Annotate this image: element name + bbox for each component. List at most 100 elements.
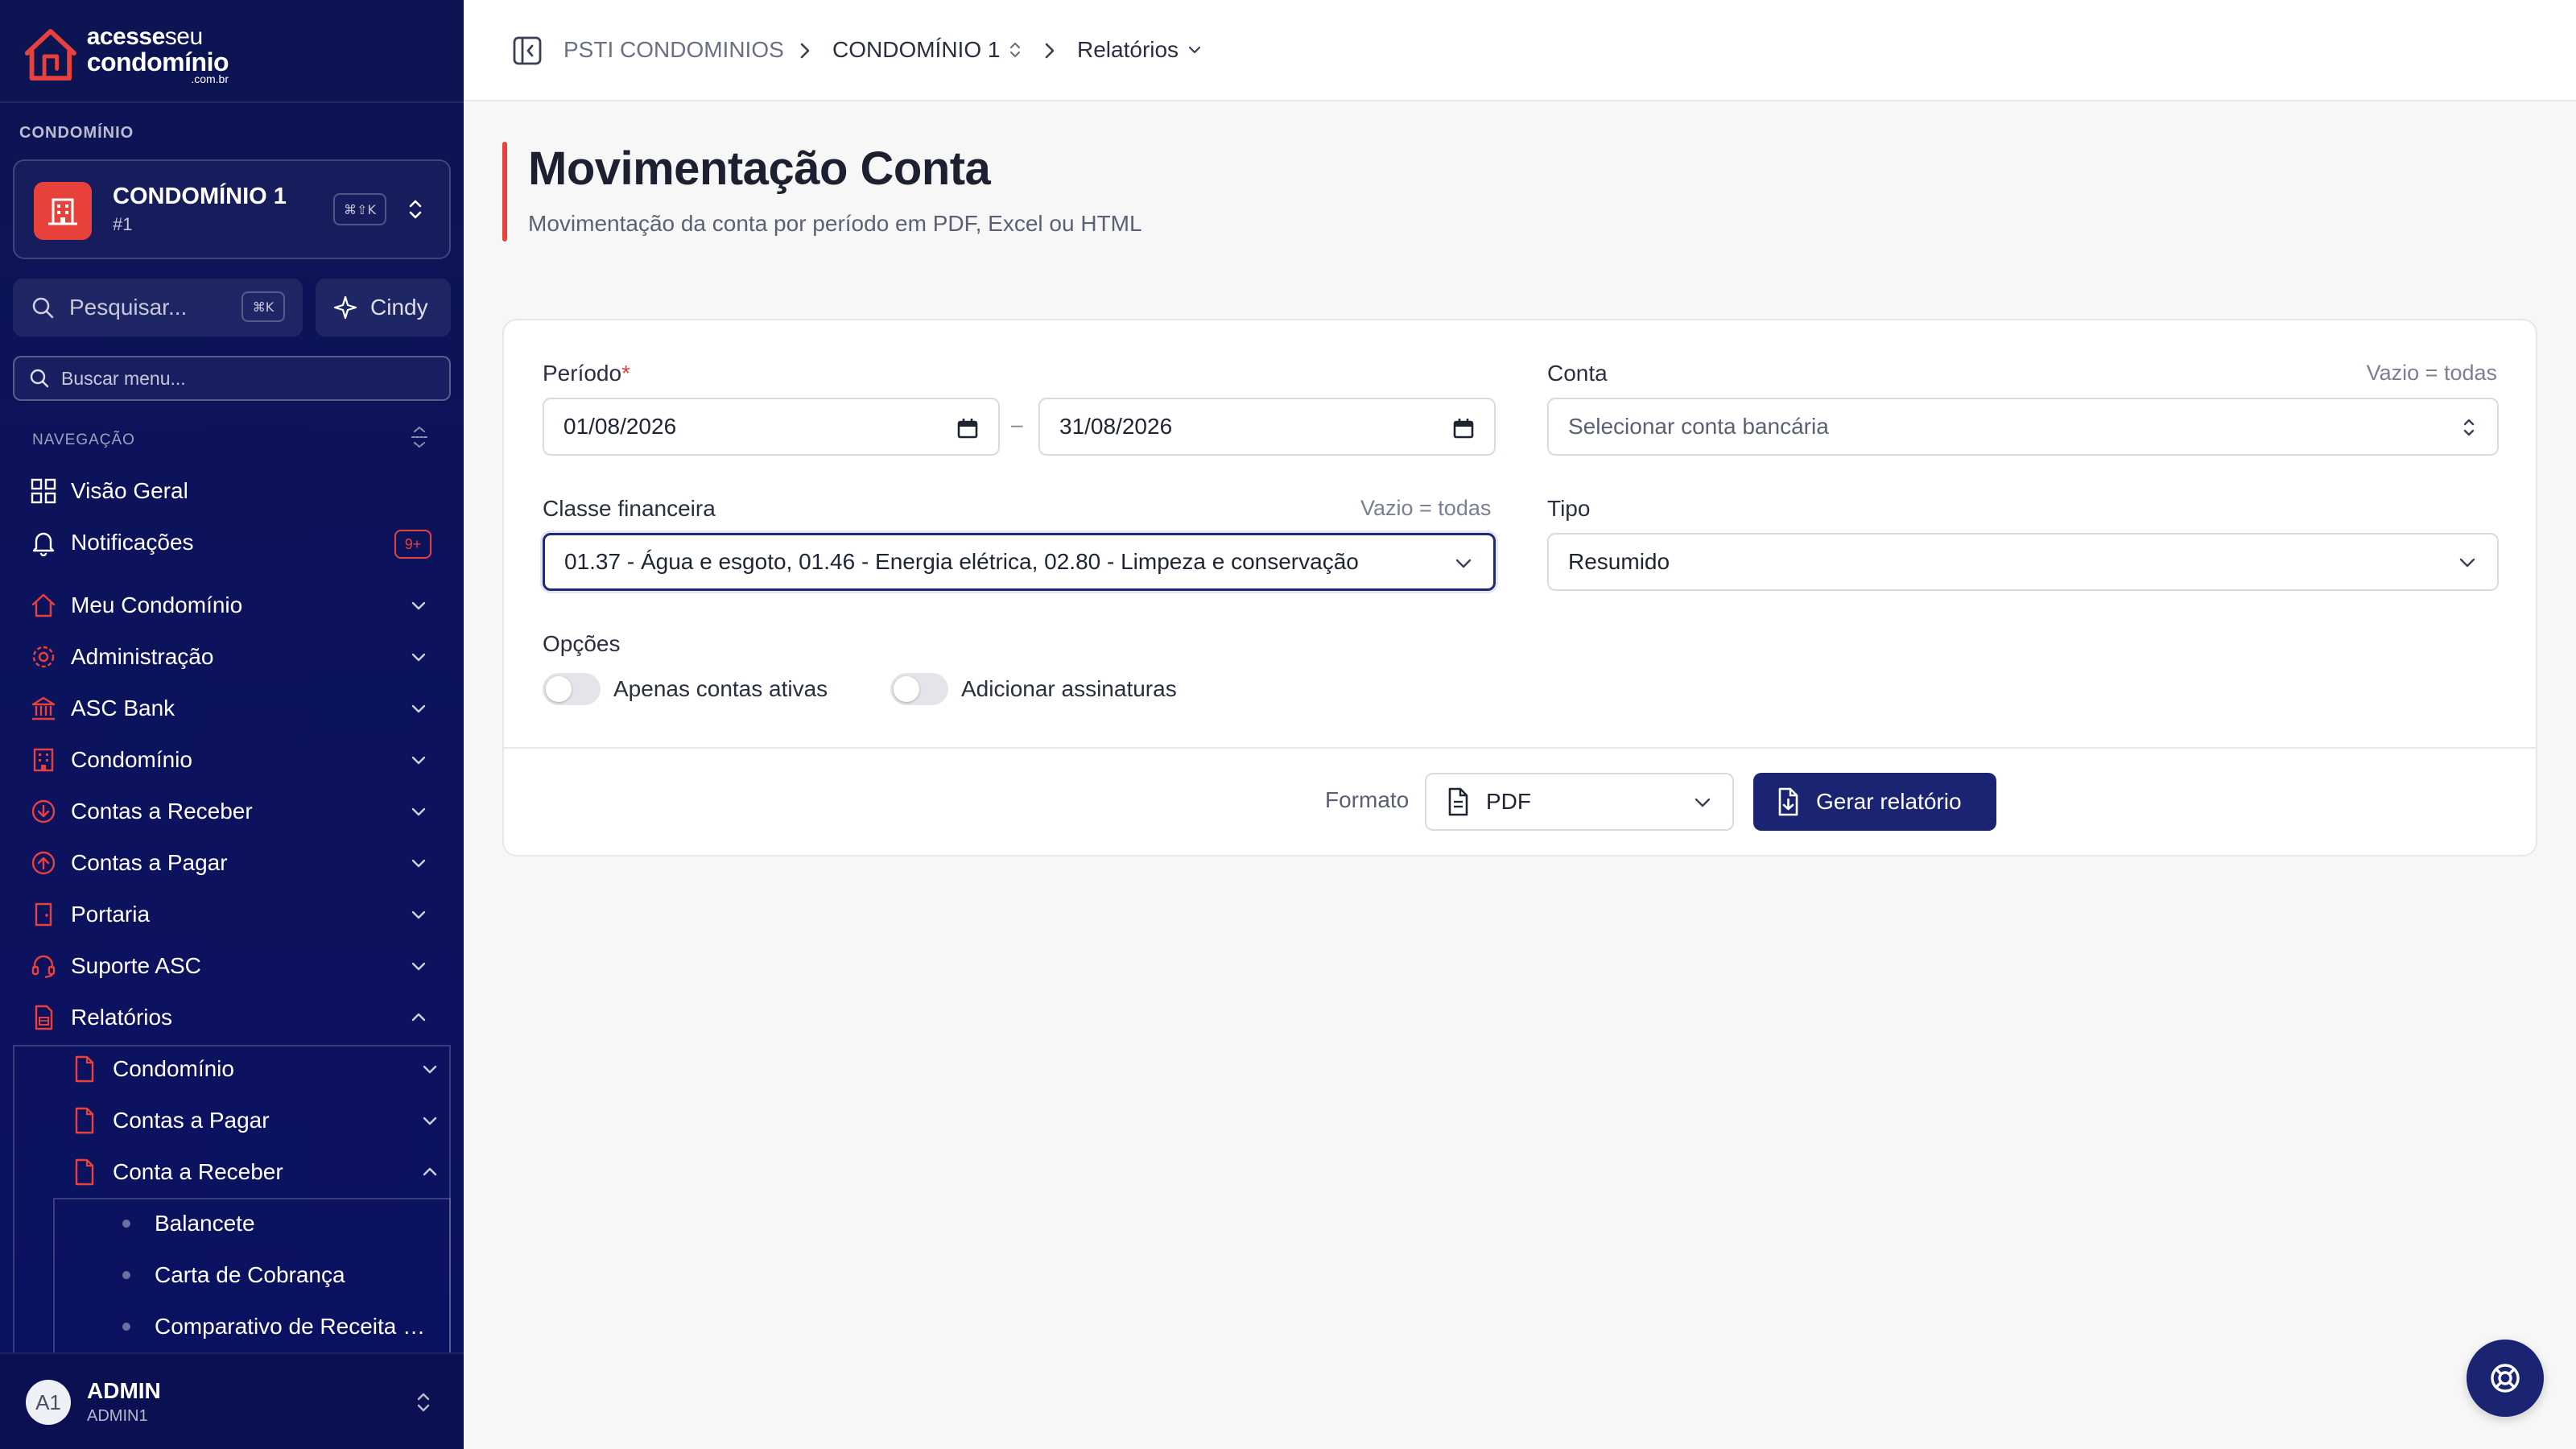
cindy-label: Cindy [370,295,428,320]
avatar: A1 [26,1380,71,1425]
sidebar: acesseseu condomínio .com.br CONDOMÍNIO … [0,0,464,1449]
sidebar-item-notificacoes[interactable]: Notificações 9+ [29,523,440,562]
notification-badge: 9+ [394,530,431,559]
file-icon [75,1158,94,1186]
sidebar-item-label: Portaria [71,902,151,927]
building-icon [34,182,92,240]
sidebar-item-label: ASC Bank [71,696,175,720]
user-login: ADMIN1 [87,1407,148,1425]
report-link-label: Comparativo de Receita x Despesa [155,1314,436,1339]
sidebar-item-portaria[interactable]: Portaria [29,895,440,934]
gerar-relatorio-button[interactable]: Gerar relatório [1753,773,1996,831]
chevron-down-icon [411,601,426,610]
chevron-down-icon [1455,559,1472,568]
breadcrumb-root[interactable]: PSTI CONDOMINIOS [564,34,784,66]
breadcrumb-section-label: Relatórios [1077,37,1179,62]
toggle-apenas-contas-ativas[interactable] [543,673,601,705]
calendar-icon[interactable] [956,417,979,440]
classe-financeira-multiselect[interactable]: 01.37 - Água e esgoto, 01.46 - Energia e… [543,533,1496,591]
submenu-item-label: Contas a Pagar [113,1108,270,1133]
sidebar-toggle-icon[interactable] [512,35,543,66]
cindy-assistant-button[interactable]: Cindy [316,279,451,336]
tipo-select[interactable]: Resumido [1547,533,2499,591]
file-icon [75,1107,94,1134]
search-icon [32,297,54,319]
date-from-input[interactable]: 01/08/2026 [543,398,1000,456]
grid-icon [29,477,58,506]
breadcrumb-condo-label: CONDOMÍNIO 1 [832,37,1001,62]
conta-hint: Vazio = todas [2366,361,2497,385]
submenu-item-contas-a-pagar[interactable]: Contas a Pagar [71,1101,449,1140]
sidebar-item-meu-condominio[interactable]: Meu Condomínio [29,586,440,625]
menu-search-placeholder: Buscar menu... [61,367,186,389]
report-link-comparativo[interactable]: Comparativo de Receita x Despesa [122,1307,444,1346]
gear-icon [29,642,58,671]
report-form-card: Período* 01/08/2026 – 31/08/2026 Conta V… [502,319,2537,857]
date-to-value: 31/08/2026 [1059,414,1173,439]
sidebar-item-administracao[interactable]: Administração [29,638,440,676]
global-search-button[interactable]: Pesquisar... ⌘K [13,279,303,336]
help-button[interactable] [2467,1340,2544,1417]
sidebar-item-contas-a-receber[interactable]: Contas a Receber [29,792,440,831]
report-link-carta-cobranca[interactable]: Carta de Cobrança [122,1256,444,1294]
breadcrumb-condo[interactable]: CONDOMÍNIO 1 [832,34,1022,66]
collapse-all-icon[interactable] [407,425,431,449]
sidebar-item-suporte-asc[interactable]: Suporte ASC [29,947,440,985]
formato-value: PDF [1486,789,1531,814]
conta-select[interactable]: Selecionar conta bancária [1547,398,2499,456]
toggle-knob [894,676,919,702]
sidebar-item-label: Condomínio [71,747,192,772]
title-accent-bar [502,142,507,242]
condo-switcher[interactable]: CONDOMÍNIO 1 #1 ⌘⇧K [13,159,451,259]
chevron-up-icon [423,1167,437,1176]
submenu-item-label: Condomínio [113,1056,234,1081]
toggle-knob [546,676,572,702]
chevron-down-icon [411,756,426,765]
sidebar-item-contas-a-pagar[interactable]: Contas a Pagar [29,844,440,882]
report-icon [29,1003,58,1032]
report-link-label: Balancete [155,1211,255,1236]
gerar-relatorio-label: Gerar relatório [1816,789,1962,814]
menu-search-input[interactable]: Buscar menu... [13,356,451,401]
sidebar-item-label: Contas a Receber [71,799,253,824]
brand-line1b: seu [164,23,203,50]
chevron-down-icon [411,704,426,713]
calendar-icon[interactable] [1452,417,1475,440]
submenu-item-conta-a-receber[interactable]: Conta a Receber [71,1153,449,1191]
chevron-updown-icon [2463,419,2475,436]
tipo-label: Tipo [1547,496,1591,521]
tipo-value: Resumido [1568,549,1670,574]
date-to-input[interactable]: 31/08/2026 [1038,398,1496,456]
sidebar-item-asc-bank[interactable]: ASC Bank [29,689,440,728]
submenu-item-condominio[interactable]: Condomínio [71,1050,449,1088]
chevron-down-icon [411,962,426,971]
brand-line2: condomínio [86,47,229,76]
sidebar-item-label: Suporte ASC [71,953,201,978]
opcoes-label: Opções [543,631,621,656]
page-subtitle: Movimentação da conta por período em PDF… [528,211,1142,236]
report-link-balancete[interactable]: Balancete [122,1204,444,1243]
toggle-adicionar-assinaturas[interactable] [890,673,948,705]
formato-select[interactable]: PDF [1425,773,1734,831]
chevron-down-icon [423,1117,437,1125]
search-shortcut: ⌘K [242,291,285,322]
sidebar-item-condominio[interactable]: Condomínio [29,741,440,779]
toggle-adicionar-assinaturas-label[interactable]: Adicionar assinaturas [961,676,1177,702]
file-icon [75,1055,94,1083]
sidebar-item-relatorios[interactable]: Relatórios [29,998,440,1037]
brand-wordmark: acesseseu condomínio .com.br [87,25,229,85]
chevron-down-icon [1188,46,1201,54]
date-from-value: 01/08/2026 [564,414,677,439]
brand-logo[interactable]: acesseseu condomínio .com.br [19,23,229,87]
breadcrumb-section[interactable]: Relatórios [1077,34,1203,66]
chevron-right-icon [1045,43,1055,59]
chevron-updown-icon [409,200,422,219]
toggle-apenas-contas-ativas-label[interactable]: Apenas contas ativas [613,676,828,702]
house-logo-icon [24,28,76,81]
sidebar-item-visao-geral[interactable]: Visão Geral [29,472,440,510]
topbar: PSTI CONDOMINIOS CONDOMÍNIO 1 Relatórios [464,0,2576,101]
user-menu[interactable]: A1 ADMIN ADMIN1 [0,1352,464,1449]
nav-section-label: NAVEGAÇÃO [32,431,135,448]
bullet-dot [122,1271,130,1279]
arrow-down-circle-icon [29,797,58,826]
